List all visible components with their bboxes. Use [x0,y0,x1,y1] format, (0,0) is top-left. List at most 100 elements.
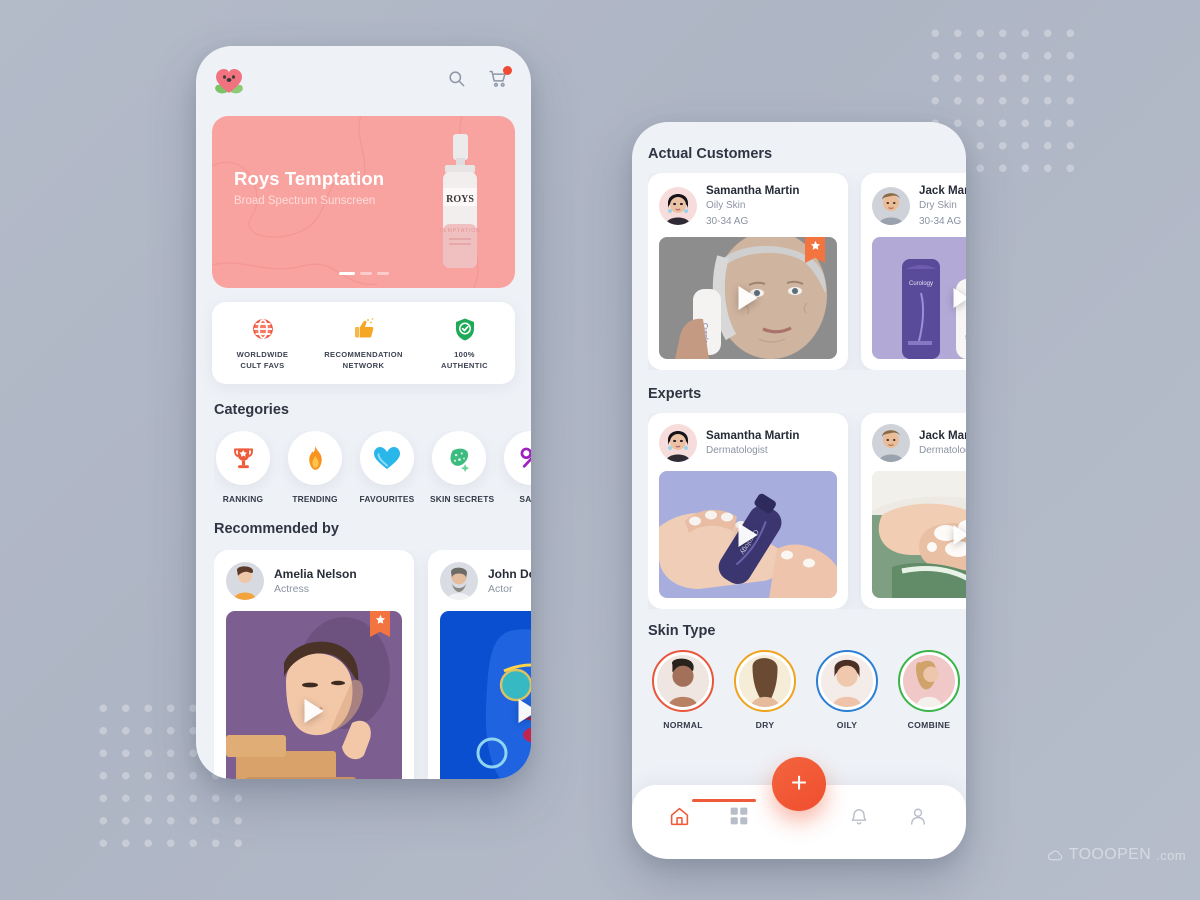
recommender-name: Amelia Nelson [274,567,357,581]
experts-list[interactable]: Samantha Martin Dermatologist Curology J… [648,413,966,609]
tab-profile[interactable] [898,799,938,833]
video-thumbnail[interactable]: Curology Curology [872,237,966,359]
watermark-brand: TOOOPEN [1068,846,1152,863]
category-trending[interactable]: TRENDING [286,431,344,504]
skin-type-photo [657,655,709,707]
percent-icon [504,431,531,485]
cloud-icon [1047,849,1062,860]
tab-notifications[interactable] [839,799,879,833]
customer-age: 30-34 AG [706,215,749,227]
banner-title: Roys Temptation [234,168,385,189]
category-label: SALE [519,494,531,504]
recommender-name: John Doe [488,567,531,581]
banner-slide-indicators[interactable] [338,272,389,275]
video-thumbnail[interactable] [872,471,966,598]
svg-text:ROYS: ROYS [446,194,474,205]
app-header [196,46,531,116]
actual-customers-list[interactable]: Samantha Martin Oily Skin 30-34 AG Jack … [648,173,966,370]
feature-worldwide-cult-favs[interactable]: WORLDWIDE CULT FAVS [212,315,313,371]
banner-product-image: ROYS TEMPTATION [429,132,491,272]
recommended-list[interactable]: Amelia Nelson Actress John D Actor [214,550,531,779]
feature-100-authentic[interactable]: 100% AUTHENTIC [414,315,515,371]
video-thumbnail[interactable]: Curology [659,471,837,598]
category-label: FAVOURITES [359,494,415,504]
skin-type-list[interactable]: NORMAL DRY OILY COMBINE [652,650,966,730]
app-logo[interactable] [212,66,246,96]
category-sale[interactable]: SALE [502,431,531,504]
play-icon[interactable] [738,286,758,310]
cart-icon[interactable] [488,65,512,94]
expert-role: Dermatologist [919,444,966,456]
globe-icon [212,315,313,343]
skin-type-label: NORMAL [663,720,703,730]
svg-text:Curology: Curology [909,281,933,287]
recommended-title: Recommended by [214,521,339,537]
recommender-role: Actress [274,583,310,595]
play-icon[interactable] [738,522,758,547]
feature-label-line2: CULT FAVS [240,360,285,370]
recommended-card[interactable]: John Doe Actor [428,550,531,779]
skin-type-title: Skin Type [648,623,716,639]
promo-banner[interactable]: Roys Temptation Broad Spectrum Sunscreen… [212,116,515,288]
video-thumbnail[interactable]: Curology [659,237,837,359]
play-icon[interactable] [304,699,324,723]
category-label: RANKING [222,494,264,504]
feature-label-line2: NETWORK [342,360,385,370]
thumbs-up-icon [313,315,414,343]
cart-notification-badge [503,65,512,75]
bell-icon [851,808,866,824]
expert-card[interactable]: Jack Martin Dermatologist [861,413,966,609]
skin-type-dry[interactable]: DRY [734,650,796,730]
sparkle-leaf-icon [432,431,486,485]
categories-title: Categories [214,402,289,418]
expert-name: Samantha Martin [706,428,800,442]
skin-type-combine[interactable]: COMBINE [898,650,960,730]
expert-card[interactable]: Samantha Martin Dermatologist Curology [648,413,848,609]
heart-icon [360,431,414,485]
video-thumbnail[interactable] [440,611,531,779]
category-label: SKIN SECRETS [430,494,495,504]
add-button[interactable]: + [772,757,826,811]
skin-type-label: OILY [836,720,858,730]
skin-type-photo [739,655,791,707]
banner-subtitle: Broad Spectrum Sunscreen [234,195,376,207]
category-skin-secrets[interactable]: SKIN SECRETS [430,431,495,504]
feature-label-line1: 100% [454,350,475,360]
svg-text:TEMPTATION: TEMPTATION [439,228,480,234]
feature-highlights-card: WORLDWIDE CULT FAVS RECOMMENDATION NETWORK [212,302,515,384]
play-icon[interactable] [518,699,531,723]
play-icon[interactable] [953,288,966,308]
feature-recommendation-network[interactable]: RECOMMENDATION NETWORK [313,315,414,371]
recommender-role: Actor [488,583,513,595]
expert-role: Dermatologist [706,444,768,456]
user-icon [911,808,926,825]
customer-name: Samantha Martin [706,184,800,197]
video-thumbnail[interactable] [226,611,402,779]
skin-type-label: DRY [755,720,775,730]
skin-type-photo [821,655,873,707]
shield-check-icon [414,315,515,343]
avatar [872,424,910,462]
customer-skin-type: Dry Skin [919,200,957,211]
phone-mockup-home: Roys Temptation Broad Spectrum Sunscreen… [196,46,531,779]
actual-customers-title: Actual Customers [648,146,773,162]
flame-icon [288,431,342,485]
svg-text:Curology: Curology [965,317,966,341]
play-icon[interactable] [953,524,966,545]
customer-age: 30-34 AG [919,215,962,227]
categories-list[interactable]: RANKING TRENDING FAVOURITES SKIN SECRETS… [214,431,531,504]
recommended-card[interactable]: Amelia Nelson Actress [214,550,414,779]
search-icon[interactable] [447,69,466,93]
customer-card[interactable]: Jack Martin Dry Skin 30-34 AG Curol [861,173,966,370]
customer-card[interactable]: Samantha Martin Oily Skin 30-34 AG [648,173,848,370]
grid-icon [731,807,748,825]
phone-mockup-discover: Actual Customers Samantha Martin Oily Sk… [632,122,966,859]
skin-type-label: COMBINE [907,720,951,730]
category-ranking[interactable]: RANKING [214,431,272,504]
feature-label-line2: AUTHENTIC [440,360,489,370]
tab-home[interactable] [660,799,756,833]
skin-type-oily[interactable]: OILY [816,650,878,730]
tab-categories[interactable] [719,799,759,833]
skin-type-normal[interactable]: NORMAL [652,650,714,730]
category-favourites[interactable]: FAVOURITES [358,431,416,504]
